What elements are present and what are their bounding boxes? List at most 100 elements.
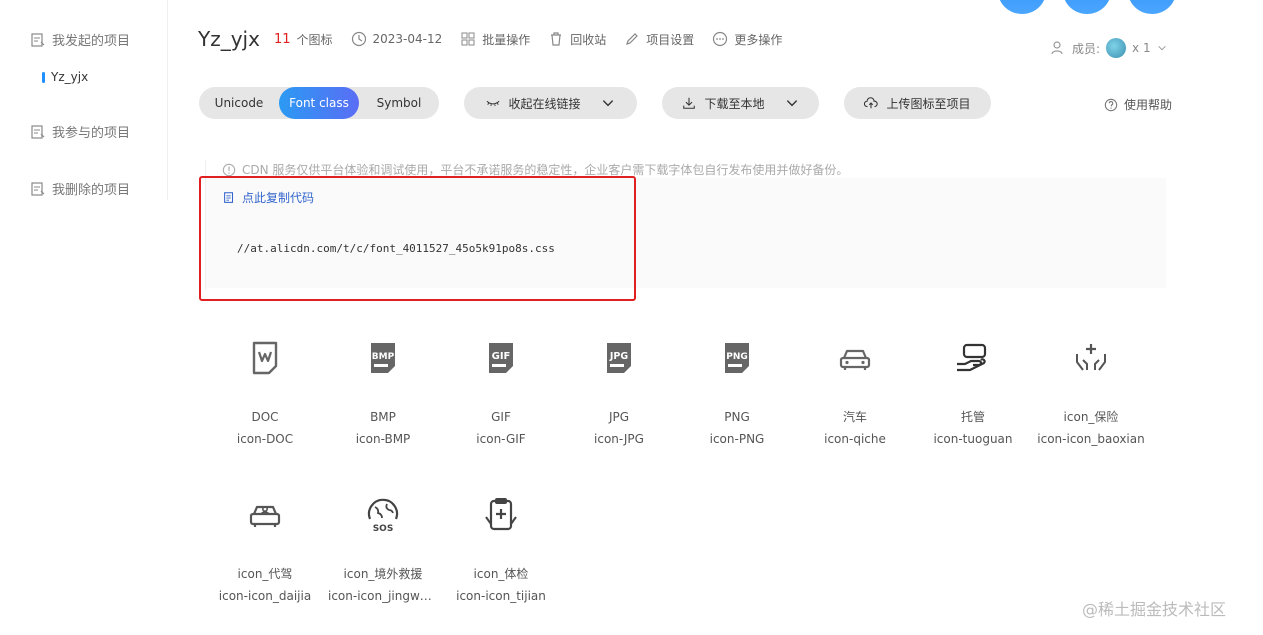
top-circle-2[interactable] bbox=[1063, 0, 1111, 14]
download-label: 下载至本地 bbox=[704, 96, 765, 111]
copy-code-label: 点此复制代码 bbox=[242, 191, 315, 205]
sidebar-item-my-projects[interactable]: 我发起的项目 bbox=[30, 30, 130, 49]
pencil-icon bbox=[626, 33, 639, 45]
svg-text:PNG: PNG bbox=[726, 352, 748, 362]
hand-holding-icon bbox=[957, 343, 987, 372]
png-file-icon: PNG bbox=[725, 343, 749, 373]
members-label: 成员: bbox=[1072, 41, 1101, 56]
tab-font-class[interactable]: Font class bbox=[279, 87, 359, 119]
more-dots-icon bbox=[713, 31, 728, 47]
bmp-file-icon: BMP bbox=[371, 343, 395, 373]
page-title: Yz_yjx bbox=[198, 27, 260, 51]
icon-card-gif[interactable]: GIF GIF icon-GIF bbox=[442, 338, 560, 448]
settings-label: 项目设置 bbox=[646, 32, 695, 47]
watermark: @稀土掘金技术社区 bbox=[1082, 600, 1227, 619]
doc-file-icon bbox=[252, 341, 278, 375]
icon-name: BMP bbox=[370, 410, 396, 424]
icon-code: icon-icon_baoxian bbox=[1037, 432, 1145, 446]
top-circle-3[interactable] bbox=[1128, 0, 1176, 14]
question-circle-icon bbox=[1104, 98, 1118, 111]
eye-closed-icon bbox=[487, 100, 500, 107]
project-list-icon bbox=[31, 124, 45, 139]
created-date: 2023-04-12 bbox=[351, 31, 443, 47]
top-circle-1[interactable] bbox=[998, 0, 1046, 14]
project-header: Yz_yjx 11 个图标 2023-04-12 批量操作 回收站 项目设置 更… bbox=[198, 26, 800, 52]
icon-count: 11 bbox=[273, 31, 291, 47]
icon-card-bmp[interactable]: BMP BMP icon-BMP bbox=[324, 338, 442, 448]
icon-code: icon-icon_daijia bbox=[218, 589, 312, 603]
recycle-bin-button[interactable]: 回收站 bbox=[548, 31, 606, 48]
info-circle-icon bbox=[222, 163, 236, 176]
chevron-down-icon bbox=[602, 100, 613, 107]
copy-code-link[interactable]: 点此复制代码 bbox=[222, 189, 314, 206]
tab-symbol[interactable]: Symbol bbox=[359, 87, 439, 119]
help-label: 使用帮助 bbox=[1124, 98, 1173, 112]
cloud-upload-icon bbox=[864, 97, 879, 109]
medical-checkup-icon bbox=[485, 498, 517, 531]
tab-unicode[interactable]: Unicode bbox=[199, 87, 279, 119]
sidebar-item-deleted-projects[interactable]: 我删除的项目 bbox=[30, 179, 130, 198]
svg-text:JPG: JPG bbox=[609, 351, 628, 362]
upload-icon-button[interactable]: 上传图标至项目 bbox=[844, 87, 991, 119]
avatar bbox=[1106, 38, 1127, 58]
copy-icon bbox=[224, 191, 234, 203]
batch-label: 批量操作 bbox=[482, 32, 531, 47]
icon-card-qiche[interactable]: 汽车 icon-qiche bbox=[796, 338, 914, 448]
icon-code: icon-icon_tijian bbox=[456, 589, 546, 603]
upload-label: 上传图标至项目 bbox=[886, 96, 971, 111]
icon-name: 托管 bbox=[960, 410, 985, 424]
trash-icon bbox=[551, 32, 562, 46]
icon-count-label: 个图标 bbox=[296, 32, 333, 47]
icon-name: icon_保险 bbox=[1063, 410, 1119, 424]
icon-name: GIF bbox=[491, 410, 511, 424]
icon-code: icon-GIF bbox=[476, 432, 526, 446]
sidebar-item-joined-projects[interactable]: 我参与的项目 bbox=[30, 122, 130, 141]
icon-name: icon_境外救援 bbox=[343, 567, 423, 581]
sidebar-item-label: 我参与的项目 bbox=[52, 126, 131, 141]
more-label: 更多操作 bbox=[734, 32, 783, 47]
sidebar-subitem-yz-yjx[interactable]: Yz_yjx bbox=[42, 70, 88, 84]
project-list-icon bbox=[31, 32, 45, 47]
icon-card-png[interactable]: PNG PNG icon-PNG bbox=[678, 338, 796, 448]
sidebar: 我发起的项目 Yz_yjx 我参与的项目 我删除的项目 bbox=[0, 0, 168, 200]
gif-file-icon: GIF bbox=[489, 343, 513, 373]
icon-card-tijian[interactable]: icon_体检 icon-icon_tijian bbox=[442, 495, 560, 605]
icon-name: 汽车 bbox=[842, 410, 867, 424]
insurance-hands-icon bbox=[1076, 344, 1106, 371]
sidebar-item-label: 我发起的项目 bbox=[52, 34, 131, 49]
icon-code: icon-qiche bbox=[824, 432, 886, 446]
icon-name: JPG bbox=[608, 410, 630, 424]
icon-name: PNG bbox=[724, 410, 750, 424]
car-icon bbox=[839, 349, 871, 370]
icon-card-daijia[interactable]: icon_代驾 icon-icon_daijia bbox=[206, 495, 324, 605]
active-indicator bbox=[42, 71, 45, 83]
collapse-link-label: 收起在线链接 bbox=[508, 96, 581, 111]
chevron-down-icon bbox=[1157, 45, 1166, 51]
jpg-file-icon: JPG bbox=[607, 343, 631, 373]
project-settings-button[interactable]: 项目设置 bbox=[624, 31, 694, 48]
icon-name: DOC bbox=[251, 410, 279, 424]
icon-card-jingwai-jiuyuan[interactable]: SOS icon_境外救援 icon-icon_jingwa... bbox=[324, 495, 442, 605]
svg-text:BMP: BMP bbox=[372, 352, 395, 362]
more-operations-button[interactable]: 更多操作 bbox=[712, 31, 782, 48]
help-link[interactable]: 使用帮助 bbox=[1104, 96, 1172, 113]
icon-code: icon-JPG bbox=[594, 432, 644, 446]
icon-card-tuoguan[interactable]: 托管 icon-tuoguan bbox=[914, 338, 1032, 448]
icon-name: icon_代驾 bbox=[237, 567, 293, 581]
designated-driver-icon bbox=[249, 505, 281, 527]
members-dropdown[interactable]: 成员: x 1 bbox=[1050, 38, 1167, 58]
icon-card-doc[interactable]: DOC icon-DOC bbox=[206, 338, 324, 448]
collapse-online-link-button[interactable]: 收起在线链接 bbox=[464, 87, 637, 119]
user-icon bbox=[1051, 41, 1063, 55]
chevron-down-icon bbox=[786, 100, 797, 107]
download-local-button[interactable]: 下载至本地 bbox=[662, 87, 819, 119]
clock-icon bbox=[351, 31, 366, 47]
icon-card-jpg[interactable]: JPG JPG icon-JPG bbox=[560, 338, 678, 448]
sidebar-subitem-label: Yz_yjx bbox=[51, 70, 89, 84]
sidebar-item-label: 我删除的项目 bbox=[52, 183, 131, 198]
font-css-url[interactable]: //at.alicdn.com/t/c/font_4011527_45o5k91… bbox=[237, 242, 555, 255]
batch-operation-button[interactable]: 批量操作 bbox=[460, 31, 530, 48]
icon-code: icon-PNG bbox=[709, 432, 765, 446]
date-text: 2023-04-12 bbox=[372, 32, 443, 46]
icon-card-baoxian[interactable]: icon_保险 icon-icon_baoxian bbox=[1032, 338, 1150, 448]
